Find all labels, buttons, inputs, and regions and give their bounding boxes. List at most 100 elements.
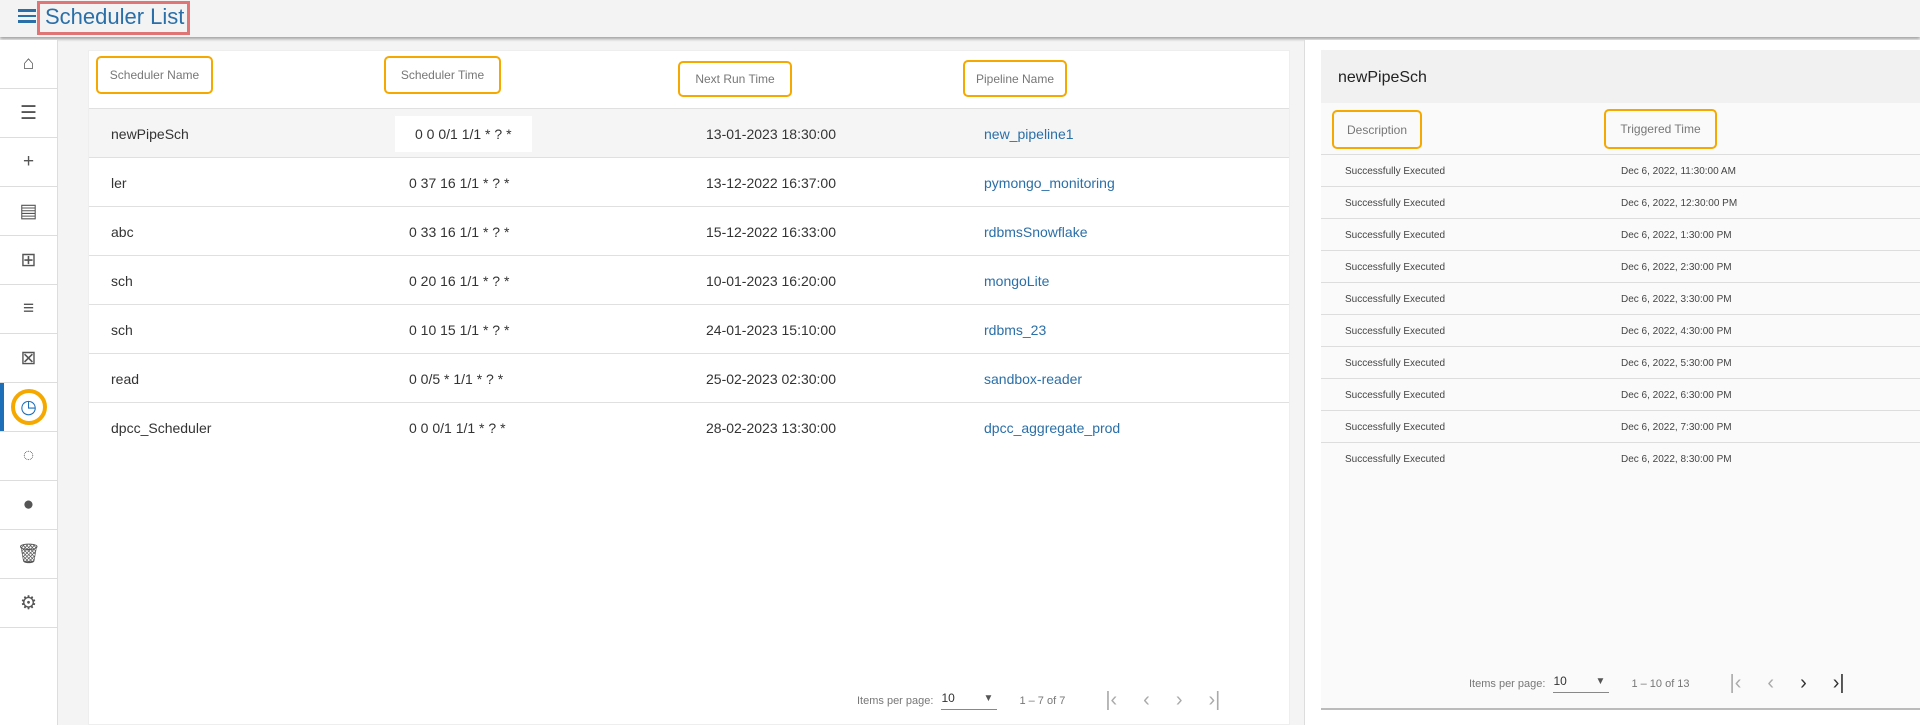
dropdown-arrow-icon: ▼ — [1595, 676, 1606, 687]
list-icon: ☰ — [19, 102, 38, 124]
description: Successfully Executed — [1345, 454, 1446, 465]
table-row[interactable]: abc 0 33 16 1/1 * ? * 15-12-2022 16:33:00 r… — [89, 206, 1289, 255]
sidebar-item-list[interactable]: ☰ — [0, 89, 57, 138]
table-row[interactable]: sch 0 10 15 1/1 * ? * 24-01-2023 15:10:00 r… — [89, 304, 1289, 353]
next-run-time: 28-02-2023 13:30:00 — [706, 420, 836, 436]
scheduler-time: 0 33 16 1/1 * ? * — [409, 224, 510, 240]
history-row: Successfully Executed Dec 6, 2022, 4:30:0… — [1321, 314, 1920, 346]
history-row: Successfully Executed Dec 6, 2022, 3:30:0… — [1321, 282, 1920, 314]
next-page-icon[interactable]: › — [1176, 689, 1183, 712]
last-page-icon[interactable]: ›| — [1833, 672, 1845, 695]
column-header-next-run-time[interactable]: Next Run Time — [678, 61, 792, 97]
scheduler-time: 0 10 15 1/1 * ? * — [409, 322, 510, 338]
column-header-description[interactable]: Description — [1332, 110, 1422, 149]
pipeline-name-link[interactable]: mongoLite — [984, 273, 1049, 289]
history-row: Successfully Executed Dec 6, 2022, 2:30:0… — [1321, 250, 1920, 282]
description: Successfully Executed — [1345, 326, 1446, 337]
next-run-time: 15-12-2022 16:33:00 — [706, 224, 836, 240]
sidebar-item-settings[interactable]: ⚙ — [0, 579, 57, 628]
sidebar-item-delete-box[interactable]: ⊠ — [0, 334, 57, 383]
pipeline-name-link[interactable]: rdbmsSnowflake — [984, 224, 1088, 240]
triggered-time: Dec 6, 2022, 7:30:00 PM — [1621, 422, 1732, 433]
table-row[interactable]: read 0 0/5 * 1/1 * ? * 25-02-2023 02:30:00… — [89, 353, 1289, 402]
sidebar-item-trash[interactable]: 🗑 — [0, 530, 57, 579]
pipeline-name-link[interactable]: rdbms_23 — [984, 322, 1046, 338]
triggered-time: Dec 6, 2022, 3:30:00 PM — [1621, 294, 1732, 305]
pipeline-name-link[interactable]: sandbox-reader — [984, 371, 1082, 387]
sidebar-item-clock[interactable]: ◷ — [0, 383, 57, 432]
hamburger-icon[interactable] — [18, 9, 36, 25]
triggered-time: Dec 6, 2022, 11:30:00 AM — [1621, 166, 1736, 177]
items-per-page-select[interactable]: 10 ▼ — [1553, 674, 1610, 693]
triggered-time: Dec 6, 2022, 4:30:00 PM — [1621, 326, 1732, 337]
table-row[interactable]: sch 0 20 16 1/1 * ? * 10-01-2023 16:20:00 m… — [89, 255, 1289, 304]
first-page-icon[interactable]: |‹ — [1730, 672, 1742, 695]
column-header-scheduler-time[interactable]: Scheduler Time — [384, 56, 501, 94]
items-per-page-value: 10 — [1553, 674, 1567, 688]
sidebar-item-library-add[interactable]: ⊞ — [0, 236, 57, 285]
triggered-time: Dec 6, 2022, 8:30:00 PM — [1621, 454, 1732, 465]
trash-icon: 🗑 — [16, 544, 41, 565]
sidebar-item-group-circle[interactable]: ● — [0, 481, 57, 530]
active-highlight: ◷ — [10, 389, 47, 425]
history-card: newPipeSch Description Triggered Time Su… — [1321, 50, 1920, 710]
scheduler-table: Scheduler Name Scheduler Time Next Run T… — [88, 50, 1290, 725]
triggered-time: Dec 6, 2022, 1:30:00 PM — [1621, 230, 1732, 241]
table-row[interactable]: dpcc_Scheduler 0 0 0/1 1/1 * ? * 28-02-202… — [89, 402, 1289, 451]
next-page-icon[interactable]: › — [1800, 672, 1807, 695]
library-books-icon: ▤ — [19, 200, 38, 222]
description: Successfully Executed — [1345, 198, 1446, 209]
items-per-page-label: Items per page: — [857, 694, 934, 707]
pipeline-name-link[interactable]: pymongo_monitoring — [984, 175, 1115, 191]
sidebar-item-plus[interactable]: + — [0, 138, 57, 187]
playlist-icon: ≡ — [22, 298, 35, 319]
next-run-time: 10-01-2023 16:20:00 — [706, 273, 836, 289]
scheduler-name: ler — [111, 175, 127, 191]
home-icon: ⌂ — [22, 53, 35, 74]
next-run-time: 24-01-2023 15:10:00 — [706, 322, 836, 338]
description: Successfully Executed — [1345, 230, 1446, 241]
column-header-pipeline-name[interactable]: Pipeline Name — [963, 60, 1067, 97]
items-per-page-label: Items per page: — [1469, 677, 1546, 690]
items-per-page-select[interactable]: 10 ▼ — [941, 691, 998, 710]
pipeline-name-link[interactable]: new_pipeline1 — [984, 126, 1074, 142]
history-row: Successfully Executed Dec 6, 2022, 11:30:… — [1321, 154, 1920, 186]
sidebar-item-playlist[interactable]: ≡ — [0, 285, 57, 334]
detail-title: newPipeSch — [1321, 50, 1920, 103]
column-header-triggered-time[interactable]: Triggered Time — [1604, 109, 1717, 149]
next-run-time: 25-02-2023 02:30:00 — [706, 371, 836, 387]
scheduler-name: sch — [111, 322, 133, 338]
items-per-page-value: 10 — [941, 691, 955, 705]
group-circle-icon: ● — [22, 494, 35, 515]
scheduler-name: newPipeSch — [111, 126, 189, 142]
column-header-scheduler-name[interactable]: Scheduler Name — [96, 56, 213, 94]
library-add-icon: ⊞ — [20, 249, 37, 271]
description: Successfully Executed — [1345, 358, 1446, 369]
dropdown-arrow-icon: ▼ — [983, 693, 994, 704]
sidebar-item-home[interactable]: ⌂ — [0, 40, 57, 89]
settings-icon: ⚙ — [19, 592, 38, 614]
description: Successfully Executed — [1345, 166, 1446, 177]
table-row[interactable]: newPipeSch 0 0 0/1 1/1 * ? * 13-01-2023 18… — [89, 108, 1289, 157]
detail-panel: newPipeSch Description Triggered Time Su… — [1304, 40, 1920, 725]
history-row: Successfully Executed Dec 6, 2022, 5:30:0… — [1321, 346, 1920, 378]
scheduler-name: dpcc_Scheduler — [111, 420, 212, 436]
history-row: Successfully Executed Dec 6, 2022, 6:30:0… — [1321, 378, 1920, 410]
top-bar: Scheduler List — [0, 0, 1920, 37]
progress-circle-icon: ◌ — [22, 445, 35, 466]
previous-page-icon[interactable]: ‹ — [1143, 689, 1150, 712]
description: Successfully Executed — [1345, 262, 1446, 273]
last-page-icon[interactable]: ›| — [1209, 689, 1221, 712]
scheduler-time: 0 20 16 1/1 * ? * — [409, 273, 510, 289]
triggered-time: Dec 6, 2022, 2:30:00 PM — [1621, 262, 1732, 273]
sidebar-item-progress-circle[interactable]: ◌ — [0, 432, 57, 481]
first-page-icon[interactable]: |‹ — [1105, 689, 1117, 712]
previous-page-icon[interactable]: ‹ — [1767, 672, 1774, 695]
pipeline-name-link[interactable]: dpcc_aggregate_prod — [984, 420, 1120, 436]
sidebar-item-library-books[interactable]: ▤ — [0, 187, 57, 236]
clock-icon: ◷ — [20, 396, 37, 418]
table-row[interactable]: ler 0 37 16 1/1 * ? * 13-12-2022 16:37:00 p… — [89, 157, 1289, 206]
triggered-time: Dec 6, 2022, 12:30:00 PM — [1621, 198, 1738, 209]
scheduler-name: read — [111, 371, 140, 387]
history-row: Successfully Executed Dec 6, 2022, 8:30:0… — [1321, 442, 1920, 474]
